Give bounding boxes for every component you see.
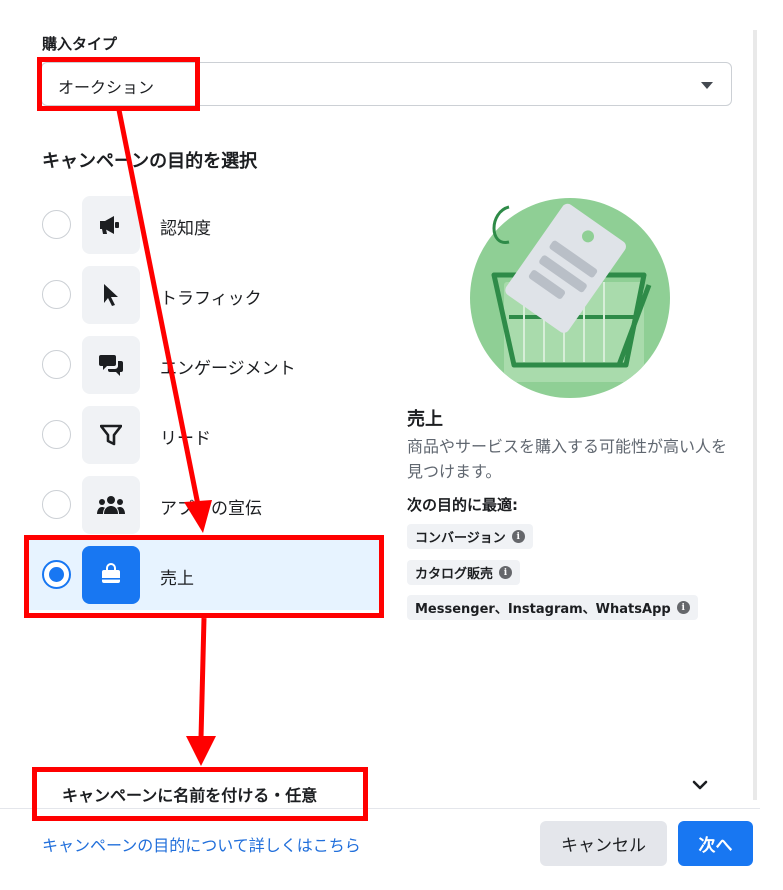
objective-option-engagement[interactable]: エンゲージメント (26, 330, 382, 400)
best-for-tag: カタログ販売 i (407, 560, 521, 585)
sales-illustration (470, 198, 670, 398)
best-for-title: 次の目的に最適: (407, 496, 518, 514)
objective-detail-description: 商品やサービスを購入する可能性が高い人を見つけます。 (407, 437, 728, 481)
megaphone-icon (82, 196, 140, 254)
purchase-type-label: 購入タイプ (42, 35, 118, 53)
tag-label: カタログ販売 (415, 567, 494, 582)
footer-divider (0, 808, 760, 809)
objective-radio-selected[interactable] (42, 560, 71, 589)
cancel-button[interactable]: キャンセル (540, 821, 667, 866)
objective-radio[interactable] (42, 210, 71, 239)
objective-label: 認知度 (160, 219, 211, 239)
objective-label: 売上 (160, 569, 194, 589)
scrollbar[interactable] (753, 30, 757, 800)
next-button[interactable]: 次へ (678, 821, 753, 866)
learn-more-link[interactable]: キャンペーンの目的について詳しくはこちら (42, 832, 361, 856)
purchase-type-select[interactable]: オークション (41, 62, 732, 106)
info-icon[interactable]: i (511, 530, 525, 543)
campaign-name-toggle[interactable]: キャンペーンに名前を付ける・任意 (62, 782, 317, 806)
objective-label: エンゲージメント (160, 359, 296, 379)
objective-label: リード (160, 429, 211, 449)
objective-label: アプリの宣伝 (160, 499, 262, 519)
objective-label: トラフィック (160, 289, 262, 309)
objective-option-awareness[interactable]: 認知度 (26, 190, 382, 260)
objective-option-traffic[interactable]: トラフィック (26, 260, 382, 330)
objective-section-title: キャンペーンの目的を選択 (42, 151, 258, 172)
caret-down-icon (701, 82, 713, 89)
funnel-icon (82, 406, 140, 464)
annotation-arrow-head (186, 736, 216, 766)
info-icon[interactable]: i (676, 601, 690, 614)
shopping-bag-icon (82, 546, 140, 604)
chevron-down-icon[interactable] (692, 780, 708, 792)
best-for-tag: Messenger、Instagram、WhatsApp i (407, 595, 698, 620)
objective-option-leads[interactable]: リード (26, 400, 382, 470)
info-icon[interactable]: i (499, 566, 513, 579)
tag-label: コンバージョン (415, 531, 506, 546)
objective-detail-title: 売上 (407, 409, 443, 430)
objective-radio[interactable] (42, 350, 71, 379)
best-for-tag: コンバージョン i (407, 524, 533, 549)
annotation-arrow-line (198, 617, 207, 739)
chat-bubbles-icon (82, 336, 140, 394)
objective-option-app-promotion[interactable]: アプリの宣伝 (26, 470, 382, 540)
people-icon (82, 476, 140, 534)
objective-radio[interactable] (42, 420, 71, 449)
objective-option-sales[interactable]: 売上 (26, 540, 382, 610)
tag-label: Messenger、Instagram、WhatsApp (415, 602, 671, 617)
cursor-icon (82, 266, 140, 324)
purchase-type-value: オークション (58, 78, 155, 97)
objective-radio[interactable] (42, 280, 71, 309)
objective-radio[interactable] (42, 490, 71, 519)
